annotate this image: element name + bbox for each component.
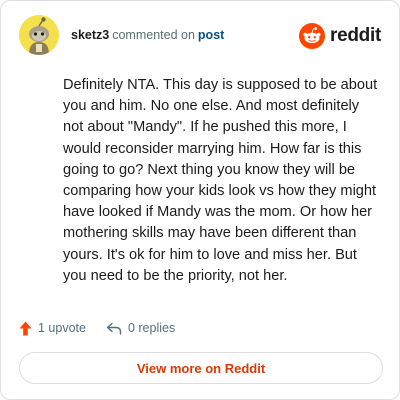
reddit-logo-icon [299,23,326,49]
reddit-brand[interactable]: reddit [299,23,381,49]
upvote-arrow-icon [19,321,32,335]
comment-header: sketz3 commented on post reddit [19,15,381,55]
comment-body: Definitely NTA. This day is supposed to … [63,77,378,284]
reply-arrow-icon [106,322,122,335]
replies-button[interactable]: 0 replies [106,321,175,335]
avatar-snoo-icon [19,15,59,55]
comment-actions: 1 upvote 0 replies [19,318,175,338]
post-link[interactable]: post [198,28,224,42]
action-text: commented on [112,28,195,42]
reddit-wordmark: reddit [330,25,381,46]
view-more-button[interactable]: View more on Reddit [19,352,383,384]
replies-count: 0 replies [127,321,176,335]
comment-byline: sketz3 commented on post [71,27,224,43]
username-link[interactable]: sketz3 [71,28,109,42]
upvote-button[interactable]: 1 upvote [19,321,86,336]
upvote-count: 1 upvote [38,321,86,335]
user-avatar[interactable] [19,15,59,55]
reddit-comment-embed-card: sketz3 commented on post reddit Definitely… [0,0,400,400]
